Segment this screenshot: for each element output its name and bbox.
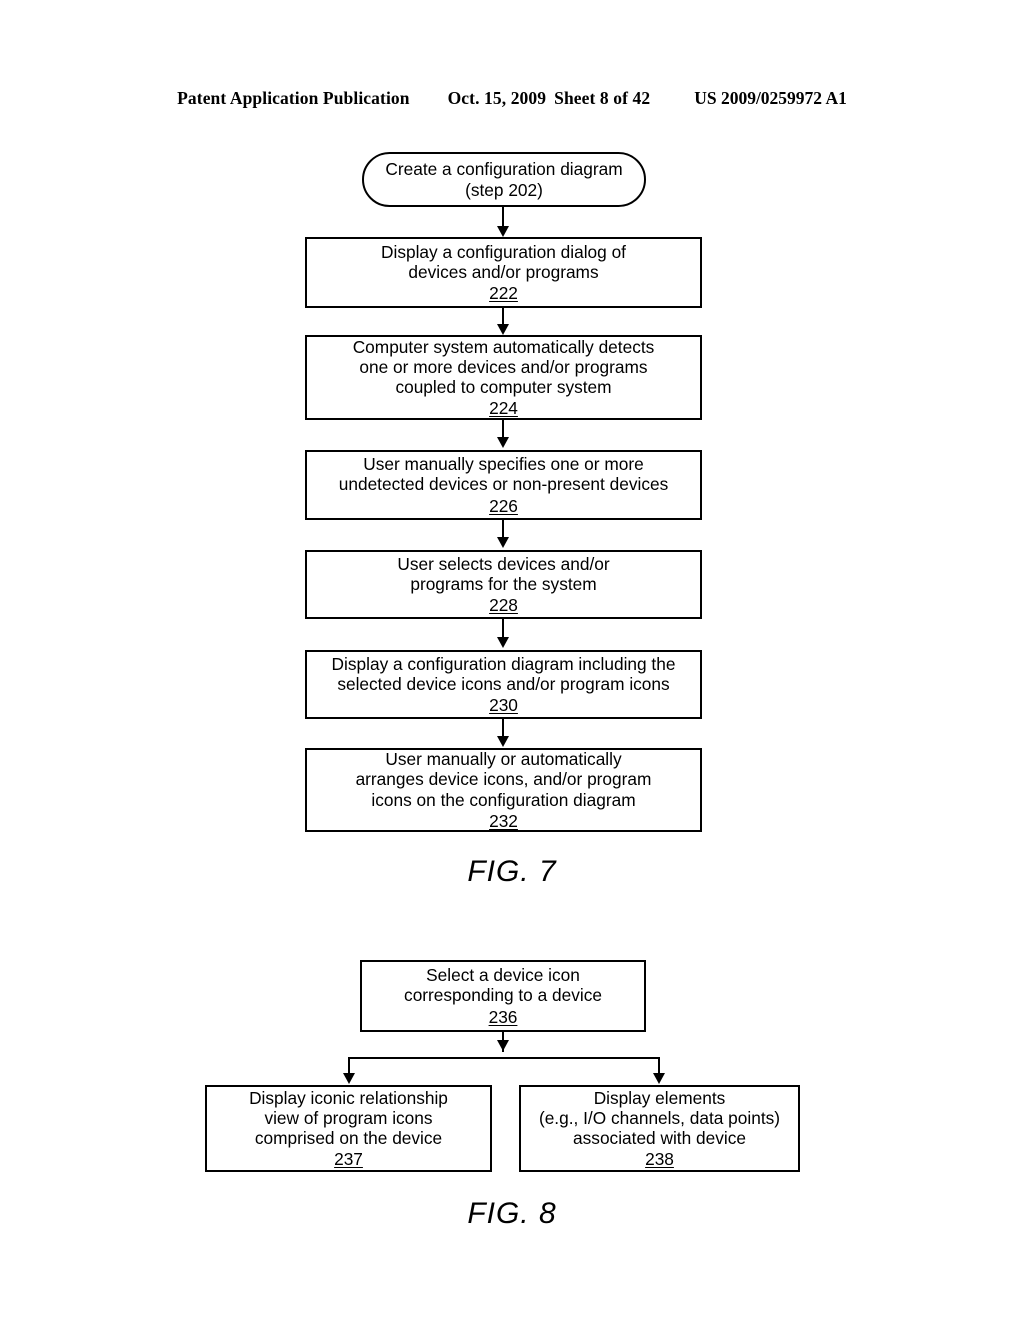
node-224-reference-number: 224 (489, 398, 518, 419)
node-232-line-3: icons on the configuration diagram (371, 789, 636, 810)
arrowhead-fork-to-238 (653, 1073, 665, 1084)
node-232-line-2: arranges device icons, and/or program (355, 769, 652, 790)
connector-228-to-230 (502, 619, 504, 639)
node-236-line-1: Select a device icon (426, 965, 580, 986)
node-236-line-2: corresponding to a device (404, 985, 602, 1006)
flow-node-226-user-specifies-undetected-devices: User manually specifies one or more unde… (305, 450, 702, 520)
arrowhead-228-to-230 (497, 637, 509, 648)
node-230-line-2: selected device icons and/or program ico… (337, 673, 670, 694)
node-232-line-1: User manually or automatically (385, 749, 622, 770)
arrowhead-224-to-226 (497, 437, 509, 448)
node-236-reference-number: 236 (488, 1006, 518, 1027)
node-230-line-1: Display a configuration diagram includin… (331, 653, 676, 674)
figure-7-caption: FIG. 7 (467, 855, 557, 888)
flow-node-224-computer-system-detects-devices: Computer system automatically detects on… (305, 335, 702, 420)
node-238-reference-number: 238 (645, 1149, 674, 1170)
node-start-line-1: Create a configuration diagram (385, 159, 623, 180)
flow-node-238-display-elements-associated-with-device: Display elements (e.g., I/O channels, da… (519, 1085, 800, 1172)
arrowhead-fork-to-237 (343, 1073, 355, 1084)
node-start-line-2: (step 202) (465, 179, 543, 200)
flow-node-237-display-iconic-relationship-view: Display iconic relationship view of prog… (205, 1085, 492, 1172)
node-224-line-3: coupled to computer system (395, 377, 612, 397)
node-224-line-1: Computer system automatically detects (352, 336, 655, 357)
node-238-line-3: associated with device (573, 1128, 746, 1148)
arrowhead-236-to-fork (497, 1040, 509, 1051)
node-228-reference-number: 228 (489, 595, 518, 616)
flow-node-230-display-configuration-diagram-icons: Display a configuration diagram includin… (305, 650, 702, 719)
header-patent-number-text: US 2009/0259972 A1 (694, 88, 847, 108)
flow-node-222-display-configuration-dialog: Display a configuration dialog of device… (305, 237, 702, 308)
node-237-line-3: comprised on the device (254, 1128, 443, 1148)
node-232-reference-number: 232 (489, 810, 518, 831)
node-224-line-2: one or more devices and/or programs (359, 356, 648, 377)
arrowhead-222-to-224 (497, 324, 509, 335)
arrowhead-230-to-232 (497, 736, 509, 747)
node-222-reference-number: 222 (489, 283, 518, 304)
node-237-line-1: Display iconic relationship (249, 1087, 448, 1108)
page-header: Patent Application Publication Oct. 15, … (0, 88, 1024, 114)
node-226-line-1: User manually specifies one or more (363, 454, 644, 475)
fork-horizontal-bar (348, 1057, 660, 1059)
node-226-line-2: undetected devices or non-present device… (338, 474, 669, 495)
node-238-line-2: (e.g., I/O channels, data points) (538, 1107, 781, 1128)
node-222-line-1: Display a configuration dialog of (381, 241, 626, 262)
flow-node-232-user-arranges-icons: User manually or automatically arranges … (305, 748, 702, 832)
node-230-reference-number: 230 (489, 695, 518, 716)
arrowhead-226-to-228 (497, 537, 509, 548)
header-publication-text: Patent Application Publication (177, 88, 410, 108)
node-238-line-1: Display elements (593, 1087, 726, 1108)
node-237-reference-number: 237 (334, 1149, 363, 1170)
figure-8-caption: FIG. 8 (467, 1197, 557, 1230)
flow-node-228-user-selects-devices-programs: User selects devices and/or programs for… (305, 550, 702, 619)
flow-node-start-create-configuration-diagram: Create a configuration diagram (step 202… (362, 152, 646, 207)
node-237-line-2: view of program icons (264, 1107, 433, 1128)
arrowhead-start-to-222 (497, 226, 509, 237)
flow-node-236-select-device-icon: Select a device icon corresponding to a … (360, 960, 646, 1032)
header-date-text: Oct. 15, 2009 (447, 88, 547, 108)
node-222-line-2: devices and/or programs (408, 261, 599, 282)
header-sheet-text: Sheet 8 of 42 (554, 88, 651, 108)
node-226-reference-number: 226 (489, 495, 518, 516)
connector-start-to-222 (502, 207, 504, 228)
node-228-line-2: programs for the system (410, 573, 597, 594)
node-228-line-1: User selects devices and/or (397, 553, 610, 574)
